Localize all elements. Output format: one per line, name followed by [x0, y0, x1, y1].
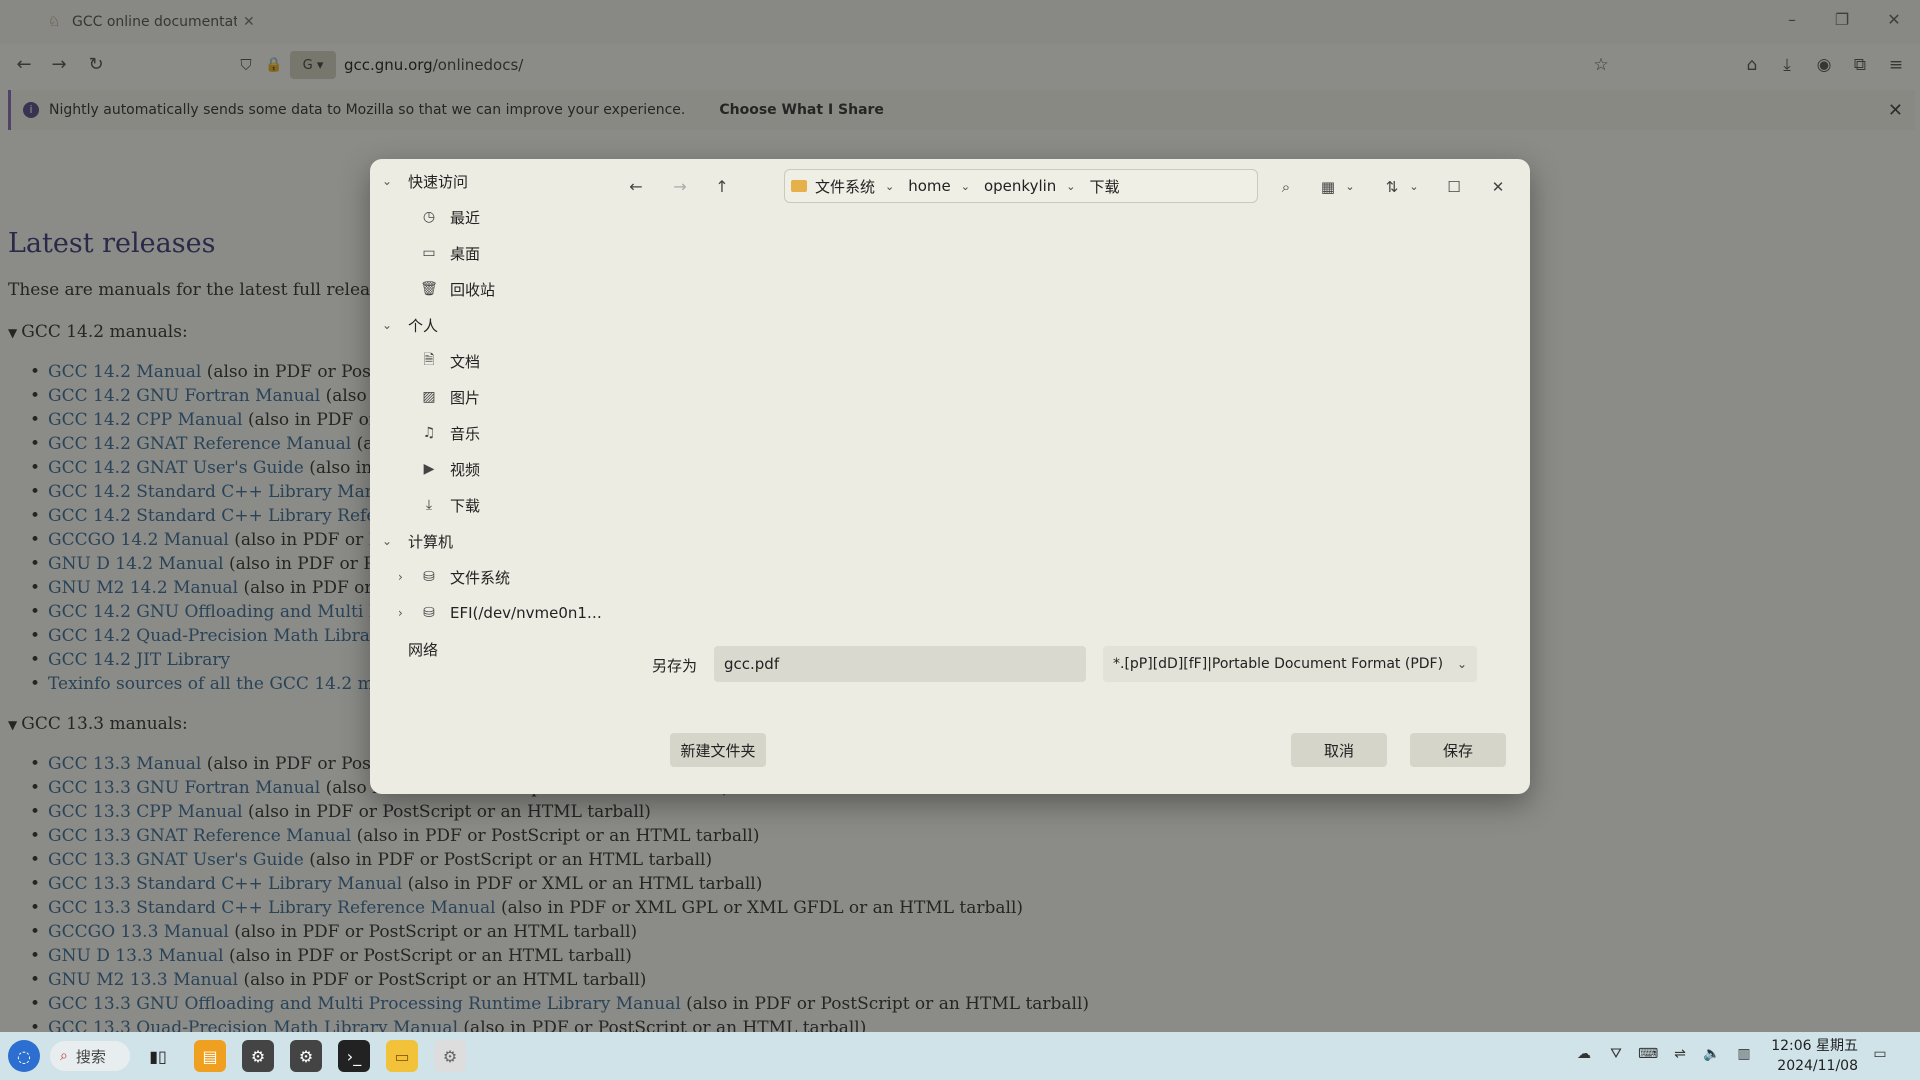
close-dialog-icon[interactable]: ✕ [1486, 175, 1510, 199]
sidebar-item-desktop[interactable]: ▭ 桌面 [420, 236, 480, 270]
clock-date: 2024/11/08 [1777, 1058, 1858, 1074]
search-label: 搜索 [75, 1047, 106, 1066]
search-icon: ⌕ [60, 1048, 68, 1064]
browser-app-icon[interactable]: ⚙ [434, 1040, 466, 1072]
trash-icon: 🗑 [420, 281, 438, 297]
cancel-button[interactable]: 取消 [1291, 733, 1387, 767]
picture-icon: ▨ [422, 389, 436, 405]
video-icon: ▶ [423, 461, 435, 477]
sidebar-item-videos[interactable]: ▶ 视频 [420, 452, 480, 486]
chevron-down-icon[interactable]: ⌄ [1402, 175, 1426, 199]
sidebar-group-personal[interactable]: ⌄ 个人 [378, 308, 438, 342]
sidebar-group-computer[interactable]: ⌄ 计算机 [378, 524, 453, 558]
filename-input[interactable] [714, 646, 1086, 682]
chevron-down-icon: ⌄ [381, 534, 393, 548]
grid-view-icon[interactable]: ▦ [1316, 175, 1340, 199]
drive-icon: ⛁ [423, 569, 435, 585]
forward-icon[interactable]: → [668, 175, 692, 199]
sidebar-item-efi[interactable]: › ⛁ EFI(/dev/nvme0n1… [398, 596, 602, 630]
chevron-down-icon: ⌄ [381, 174, 393, 188]
start-menu-icon[interactable]: ◌ [8, 1040, 40, 1072]
multitask-view-icon[interactable]: ▮▯ [142, 1040, 174, 1072]
sidebar-item-label: 桌面 [450, 244, 481, 263]
taskbar-search[interactable]: ⌕ 搜索 [50, 1041, 130, 1071]
new-folder-button[interactable]: 新建文件夹 [670, 733, 766, 767]
sidebar-item-music[interactable]: ♫ 音乐 [420, 416, 480, 450]
file-manager-icon[interactable]: ▭ [386, 1040, 418, 1072]
notification-center-icon[interactable]: ▭ [1870, 1046, 1890, 1062]
path-segment-filesystem[interactable]: 文件系统 ⌄ [791, 176, 894, 197]
sidebar-group-label: 网络 [408, 640, 439, 659]
input-method-icon[interactable]: ⛛ [1606, 1046, 1626, 1062]
monitor-icon: ▭ [422, 245, 436, 261]
path-segment-label: 文件系统 [815, 177, 876, 196]
sidebar-group-label: 个人 [408, 316, 439, 335]
sidebar-item-downloads[interactable]: ⤓ 下载 [420, 488, 480, 522]
search-icon[interactable]: ⌕ [1274, 175, 1298, 199]
chevron-right-icon[interactable]: › [398, 606, 403, 620]
chevron-down-icon[interactable]: ⌄ [1338, 175, 1362, 199]
volume-icon[interactable]: 🔈 [1702, 1046, 1722, 1062]
chevron-down-icon[interactable]: ⌄ [961, 180, 970, 193]
sort-icon[interactable]: ⇅ [1380, 175, 1404, 199]
chevron-down-icon[interactable]: ⌄ [1066, 180, 1075, 193]
path-segment-openkylin[interactable]: openkylin ⌄ [984, 177, 1076, 195]
app-store-icon[interactable]: ▤ [194, 1040, 226, 1072]
path-segment-home[interactable]: home ⌄ [908, 177, 970, 195]
chevron-down-icon[interactable]: ⌄ [885, 180, 894, 193]
keyboard-icon[interactable]: ⌨ [1638, 1046, 1658, 1062]
sidebar-item-label: 回收站 [450, 280, 496, 299]
clock[interactable]: 12:06 星期五 2024/11/08 [1762, 1036, 1858, 1076]
drive-icon: ⛁ [423, 605, 435, 621]
path-segment-label: 下载 [1089, 177, 1120, 196]
system-app-icon[interactable]: ⚙ [290, 1040, 322, 1072]
back-icon[interactable]: ← [624, 175, 648, 199]
weather-icon[interactable]: ☁ [1574, 1046, 1594, 1062]
sidebar-group-label: 快速访问 [408, 172, 469, 191]
sidebar-item-recent[interactable]: ◷ 最近 [420, 200, 480, 234]
chevron-down-icon: ⌄ [1456, 657, 1467, 671]
settings-app-icon[interactable]: ⚙ [242, 1040, 274, 1072]
file-type-select[interactable]: *.[pP][dD][fF]|Portable Document Format … [1103, 646, 1477, 682]
dialog-toolbar: ← → ↑ 文件系统 ⌄ home ⌄ openkylin ⌄ 下载 ⌕ ▦ ⌄… [606, 159, 1530, 215]
sidebar-item-trash[interactable]: 🗑 回收站 [420, 272, 495, 306]
music-icon: ♫ [422, 425, 436, 441]
download-icon: ⤓ [425, 497, 433, 513]
clock-time: 12:06 星期五 [1771, 1038, 1858, 1054]
save-as-label: 另存为 [652, 657, 698, 675]
sidebar-group-quick-access[interactable]: ⌄ 快速访问 [378, 164, 468, 198]
terminal-icon[interactable]: ›_ [338, 1040, 370, 1072]
clock-icon: ◷ [422, 209, 436, 225]
maximize-icon[interactable]: ☐ [1442, 175, 1466, 199]
save-file-dialog: ⌄ 快速访问 ◷ 最近 ▭ 桌面 🗑 回收站 ⌄ 个人 🗎 文档 ▨ 图片 ♫ 音乐 ▶ 视频 ⤓… [370, 159, 1530, 794]
battery-icon[interactable]: ▥ [1734, 1046, 1754, 1062]
folder-icon [791, 180, 807, 192]
taskbar: ◌ ⌕ 搜索 ▮▯ ▤ ⚙ ⚙ ›_ ▭ ⚙ ☁ ⛛ ⌨ ⇌ 🔈 ▥ 12:06… [0, 1032, 1920, 1080]
sidebar-item-filesystem[interactable]: › ⛁ 文件系统 [398, 560, 511, 594]
up-icon[interactable]: ↑ [710, 175, 734, 199]
chevron-down-icon: ⌄ [381, 318, 393, 332]
path-segment-downloads[interactable]: 下载 [1090, 176, 1120, 197]
sidebar-item-label: 最近 [450, 208, 481, 227]
chevron-right-icon[interactable]: › [398, 570, 403, 584]
network-icon[interactable]: ⇌ [1670, 1046, 1690, 1062]
dialog-sidebar: ⌄ 快速访问 ◷ 最近 ▭ 桌面 🗑 回收站 ⌄ 个人 🗎 文档 ▨ 图片 ♫ 音乐 ▶ 视频 ⤓… [370, 159, 606, 794]
path-breadcrumb: 文件系统 ⌄ home ⌄ openkylin ⌄ 下载 [784, 169, 1258, 203]
sidebar-item-documents[interactable]: 🗎 文档 [420, 344, 480, 378]
document-icon: 🗎 [423, 352, 435, 368]
sidebar-item-pictures[interactable]: ▨ 图片 [420, 380, 480, 414]
sidebar-item-label: 下载 [450, 496, 481, 515]
file-type-value: *.[pP][dD][fF]|Portable Document Format … [1113, 656, 1444, 672]
sidebar-item-label: 图片 [450, 388, 481, 407]
path-segment-label: home [908, 177, 951, 195]
sidebar-item-label: 文件系统 [450, 568, 511, 587]
path-segment-label: openkylin [983, 177, 1057, 195]
sidebar-item-label: 视频 [450, 460, 481, 479]
sidebar-item-label: 文档 [450, 352, 481, 371]
sidebar-group-label: 计算机 [408, 532, 454, 551]
sidebar-item-label: 音乐 [450, 424, 481, 443]
sidebar-item-label: EFI(/dev/nvme0n1… [450, 604, 602, 622]
sidebar-group-network[interactable]: 网络 [378, 632, 438, 666]
save-button[interactable]: 保存 [1410, 733, 1506, 767]
